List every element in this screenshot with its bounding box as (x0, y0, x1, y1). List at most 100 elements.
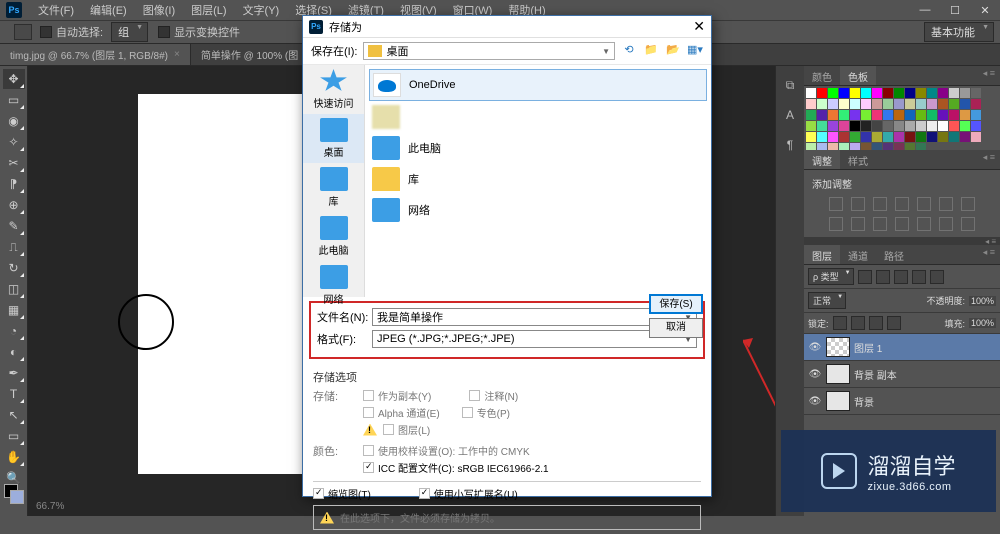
blur-tool[interactable]: ◔ (3, 321, 25, 341)
swatch[interactable] (938, 121, 948, 131)
swatch[interactable] (971, 110, 981, 120)
menu-edit[interactable]: 编辑(E) (82, 0, 135, 21)
swatch[interactable] (850, 132, 860, 142)
swatch[interactable] (861, 110, 871, 120)
crop-tool[interactable]: ✂ (3, 153, 25, 173)
swatch[interactable] (806, 132, 816, 142)
swatch[interactable] (949, 110, 959, 120)
sidebar-desktop[interactable]: 桌面 (303, 114, 364, 163)
swatch[interactable] (883, 143, 893, 150)
dodge-tool[interactable]: ◐ (3, 342, 25, 362)
stamp-tool[interactable]: ⎍ (3, 237, 25, 257)
shape-tool[interactable]: ▭ (3, 426, 25, 446)
swatch[interactable] (817, 99, 827, 109)
swatch[interactable] (949, 121, 959, 131)
swatch[interactable] (850, 110, 860, 120)
swatch[interactable] (949, 88, 959, 98)
blend-mode-dropdown[interactable]: 正常 (808, 292, 846, 309)
swatch[interactable] (916, 110, 926, 120)
swatch[interactable] (960, 99, 970, 109)
sidebar-network[interactable]: 网络 (303, 261, 364, 310)
swatch[interactable] (828, 121, 838, 131)
swatch[interactable] (960, 132, 970, 142)
document-tab[interactable]: 简单操作 @ 100% (图 (191, 44, 309, 65)
swatch[interactable] (883, 121, 893, 131)
layers-tab[interactable]: 图层 (804, 245, 840, 264)
filter-btn[interactable] (894, 270, 908, 284)
eraser-tool[interactable]: ◫ (3, 279, 25, 299)
menu-type[interactable]: 文字(Y) (235, 0, 288, 21)
dialog-close-button[interactable]: ✕ (693, 18, 705, 35)
eyedropper-tool[interactable]: ⁋ (3, 174, 25, 194)
swatch[interactable] (927, 88, 937, 98)
move-tool[interactable]: ✥ (3, 69, 25, 89)
swatch[interactable] (949, 132, 959, 142)
adjust-icon[interactable] (939, 197, 953, 211)
swatches-grid[interactable] (804, 86, 1000, 150)
swatch[interactable] (817, 121, 827, 131)
swatches-tab[interactable]: 色板 (840, 66, 876, 85)
swatch[interactable] (850, 88, 860, 98)
up-icon[interactable]: 📁 (643, 43, 659, 59)
history-panel-icon[interactable]: ⧉ (780, 78, 800, 98)
swatch[interactable] (971, 132, 981, 142)
swatch[interactable] (861, 88, 871, 98)
sidebar-quick-access[interactable]: 快速访问 (303, 65, 364, 114)
lock-btn[interactable] (887, 316, 901, 330)
lock-btn[interactable] (869, 316, 883, 330)
icc-checkbox[interactable]: ✓ (363, 462, 374, 473)
swatch[interactable] (817, 88, 827, 98)
swatch[interactable] (828, 99, 838, 109)
save-button[interactable]: 保存(S) (649, 294, 703, 314)
auto-select-target[interactable]: 组 (111, 22, 148, 42)
history-brush-tool[interactable]: ↻ (3, 258, 25, 278)
file-item-folder[interactable] (369, 102, 707, 132)
swatch[interactable] (905, 88, 915, 98)
adjust-icon[interactable] (829, 217, 843, 231)
cancel-button[interactable]: 取消 (649, 318, 703, 338)
adjust-icon[interactable] (917, 197, 931, 211)
gradient-tool[interactable]: ▦ (3, 300, 25, 320)
adjust-icon[interactable] (939, 217, 953, 231)
adjust-icon[interactable] (873, 217, 887, 231)
file-item-library[interactable]: 库 (369, 164, 707, 194)
swatch[interactable] (839, 132, 849, 142)
layer-row[interactable]: 👁 图层 1 (804, 334, 1000, 361)
minimize-button[interactable]: — (910, 1, 940, 20)
layer-filter-dropdown[interactable]: ρ 类型 (808, 268, 854, 285)
swatch[interactable] (839, 143, 849, 150)
swatch[interactable] (883, 99, 893, 109)
opacity-value[interactable]: 100% (969, 296, 996, 306)
swatch[interactable] (861, 99, 871, 109)
channels-tab[interactable]: 通道 (840, 245, 876, 264)
swatch[interactable] (905, 121, 915, 131)
swatch[interactable] (872, 88, 882, 98)
styles-tab[interactable]: 样式 (840, 150, 876, 169)
adjust-icon[interactable] (895, 197, 909, 211)
color-tab[interactable]: 颜色 (804, 66, 840, 85)
swatch[interactable] (839, 121, 849, 131)
thumbnail-checkbox[interactable]: ✓ (313, 488, 324, 499)
filter-btn[interactable] (930, 270, 944, 284)
swatch[interactable] (949, 99, 959, 109)
swatch[interactable] (806, 110, 816, 120)
panel-menu-icon[interactable]: ◂ ≡ (978, 245, 1000, 264)
swatch[interactable] (894, 110, 904, 120)
swatch[interactable] (916, 143, 926, 150)
swatch[interactable] (817, 110, 827, 120)
swatch[interactable] (938, 110, 948, 120)
new-folder-icon[interactable]: 📂 (665, 43, 681, 59)
swatch[interactable] (938, 88, 948, 98)
swatch[interactable] (960, 88, 970, 98)
paths-tab[interactable]: 路径 (876, 245, 912, 264)
adjust-icon[interactable] (851, 197, 865, 211)
swatch[interactable] (927, 132, 937, 142)
swatch[interactable] (916, 88, 926, 98)
swatch[interactable] (883, 132, 893, 142)
adjust-icon[interactable] (873, 197, 887, 211)
fill-value[interactable]: 100% (969, 318, 996, 328)
wand-tool[interactable]: ✧ (3, 132, 25, 152)
menu-file[interactable]: 文件(F) (30, 0, 82, 21)
swatch[interactable] (960, 110, 970, 120)
swatch[interactable] (938, 132, 948, 142)
